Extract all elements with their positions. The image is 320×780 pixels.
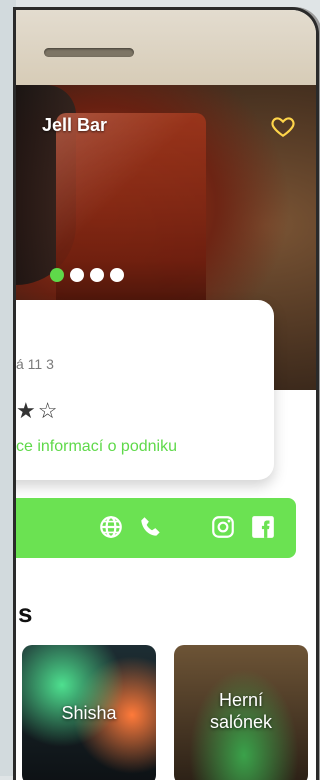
phone-icon[interactable]	[138, 514, 164, 540]
category-label: Herní salónek	[209, 690, 273, 732]
carousel-dot-1[interactable]	[50, 268, 64, 282]
carousel-dot-4[interactable]	[110, 268, 124, 282]
phone-frame: Jell Bar á 11 3 ★☆ ce informací o podnik…	[16, 10, 316, 780]
heart-icon[interactable]	[270, 113, 296, 139]
instagram-icon[interactable]	[210, 514, 236, 540]
rating-stars: ★☆	[16, 398, 60, 423]
carousel-dot-3[interactable]	[90, 268, 104, 282]
section-title: s	[18, 598, 33, 628]
carousel-dots[interactable]	[50, 268, 124, 282]
action-bar	[16, 498, 296, 558]
category-label: Shisha	[61, 703, 117, 723]
category-tile-shisha[interactable]: Shisha	[22, 645, 156, 780]
phone-speaker	[44, 48, 134, 57]
venue-address: á 11 3	[16, 356, 54, 372]
cocktail-glass-image	[56, 113, 206, 323]
venue-title: Jell Bar	[42, 115, 108, 135]
category-tile-game-room[interactable]: Herní salónek	[174, 645, 308, 780]
more-info-link[interactable]: ce informací o podniku	[16, 438, 177, 456]
phone-top-bezel	[16, 10, 316, 85]
left-panel-edge	[0, 0, 16, 776]
facebook-icon[interactable]	[250, 514, 276, 540]
globe-icon[interactable]	[98, 514, 124, 540]
carousel-dot-2[interactable]	[70, 268, 84, 282]
venue-info-card: á 11 3 ★☆ ce informací o podniku	[16, 300, 274, 480]
